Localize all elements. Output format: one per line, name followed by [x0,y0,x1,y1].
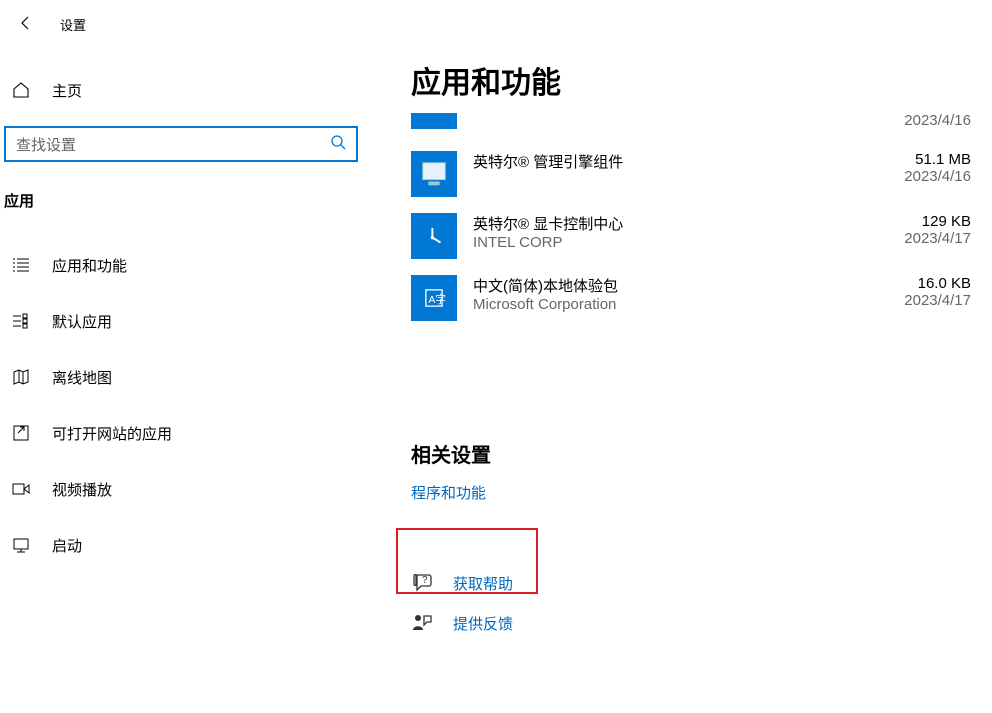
svg-text:?: ? [422,575,428,586]
give-feedback-label: 提供反馈 [453,613,513,634]
app-icon: A字 [411,275,457,321]
home-icon [12,81,30,99]
app-size: 129 KB [851,213,971,230]
app-name: 英特尔® 显卡控制中心 [473,213,835,234]
main-panel: 应用和功能 2023/4/16 英特尔® 管理引擎组件 51.1 MB 2023… [411,58,971,643]
sidebar-item-label: 默认应用 [52,311,112,332]
sidebar-home[interactable]: 主页 [2,68,360,112]
app-date: 2023/4/16 [851,168,971,185]
sidebar-item-label: 可打开网站的应用 [52,423,172,444]
app-icon [411,113,457,129]
sidebar-item-video-playback[interactable]: 视频播放 [2,461,360,517]
map-icon [12,368,30,386]
search-input[interactable]: 查找设置 [4,126,358,162]
support-section: ? 获取帮助 提供反馈 [411,563,971,643]
get-help-label: 获取帮助 [453,573,513,594]
svg-text:A字: A字 [428,293,446,306]
app-row[interactable]: 英特尔® 管理引擎组件 51.1 MB 2023/4/16 [411,143,971,205]
sidebar-item-label: 视频播放 [52,479,112,500]
startup-icon [12,536,30,554]
feedback-icon [411,612,433,634]
app-publisher: Microsoft Corporation [473,296,835,313]
title-bar: 设置 [0,0,992,48]
sidebar-item-website-apps[interactable]: 可打开网站的应用 [2,405,360,461]
app-size: 16.0 KB [851,275,971,292]
app-size: 51.1 MB [851,151,971,168]
sidebar-item-label: 应用和功能 [52,255,127,276]
get-help-link[interactable]: ? 获取帮助 [411,563,971,603]
sidebar-item-offline-maps[interactable]: 离线地图 [2,349,360,405]
sidebar-item-apps-features[interactable]: 应用和功能 [2,237,360,293]
app-row-partial[interactable]: 2023/4/16 [411,112,971,137]
app-name: 中文(简体)本地体验包 [473,275,835,296]
sidebar-home-label: 主页 [52,80,82,101]
back-icon[interactable] [18,15,36,33]
sidebar-item-label: 离线地图 [52,367,112,388]
programs-and-features-link[interactable]: 程序和功能 [411,485,486,502]
open-icon [12,424,30,442]
search-placeholder: 查找设置 [16,134,76,155]
defaults-icon [12,312,30,330]
app-date: 2023/4/16 [851,112,971,129]
app-publisher: INTEL CORP [473,234,835,251]
app-name: 英特尔® 管理引擎组件 [473,151,835,172]
window-title: 设置 [60,15,86,34]
app-date: 2023/4/17 [851,230,971,247]
sidebar: 主页 查找设置 应用 应用和功能 默认应用 离线地图 [0,68,362,573]
give-feedback-link[interactable]: 提供反馈 [411,603,971,643]
app-icon [411,151,457,197]
sidebar-item-default-apps[interactable]: 默认应用 [2,293,360,349]
app-icon [411,213,457,259]
help-icon: ? [411,572,433,594]
search-icon [330,134,346,154]
app-row[interactable]: 英特尔® 显卡控制中心 INTEL CORP 129 KB 2023/4/17 [411,205,971,267]
list-icon [12,256,30,274]
page-title: 应用和功能 [411,58,971,102]
sidebar-section-title: 应用 [2,180,360,219]
app-date: 2023/4/17 [851,292,971,309]
app-row[interactable]: A字 中文(简体)本地体验包 Microsoft Corporation 16.… [411,267,971,329]
related-settings-heading: 相关设置 [411,439,971,468]
app-list: 英特尔® 管理引擎组件 51.1 MB 2023/4/16 英特尔® 显卡控制中… [411,143,971,329]
sidebar-item-startup[interactable]: 启动 [2,517,360,573]
sidebar-item-label: 启动 [52,535,82,556]
video-icon [12,480,30,498]
